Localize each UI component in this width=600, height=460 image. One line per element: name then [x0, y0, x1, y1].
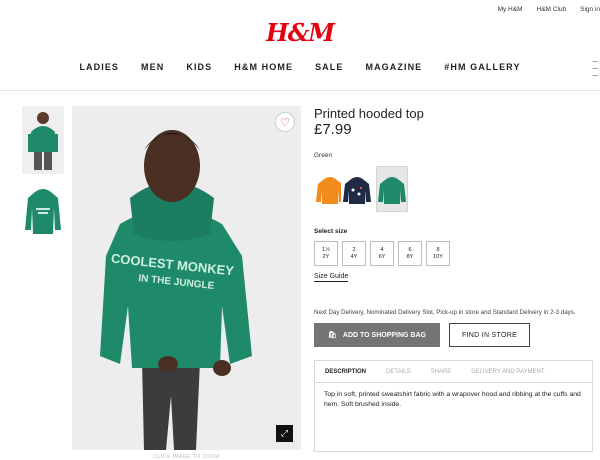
size-option-age: 1½: [322, 246, 330, 253]
nav-sale[interactable]: SALE: [315, 62, 343, 72]
tab-bar: DESCRIPTION DETAILS SHARE DELIVERY AND P…: [315, 361, 592, 383]
tab-delivery-payment[interactable]: DELIVERY AND PAYMENT: [461, 361, 554, 382]
main-nav: LADIES MEN KIDS H&M HOME SALE MAGAZINE #…: [0, 62, 600, 72]
size-option-2y[interactable]: 1½ 2Y: [314, 241, 338, 266]
link-hm-club[interactable]: H&M Club: [537, 6, 567, 13]
color-swatch-navy[interactable]: [341, 166, 381, 212]
link-my-hm[interactable]: My H&M: [498, 6, 523, 13]
product-description: Top in soft, printed sweatshirt fabric w…: [324, 391, 581, 408]
delivery-info: Next Day Delivery, Nominated Delivery Sl…: [314, 309, 576, 316]
header-divider: [0, 90, 600, 91]
nav-kids[interactable]: KIDS: [186, 62, 212, 72]
nav-hm-gallery[interactable]: #HM GALLERY: [444, 62, 520, 72]
wishlist-heart-icon[interactable]: ♡: [275, 112, 295, 132]
find-in-store-button[interactable]: FIND IN STORE: [449, 323, 530, 347]
zoom-caption: CLICK IMAGE TO ZOOM: [153, 454, 220, 460]
nav-ladies[interactable]: LADIES: [79, 62, 119, 72]
nav-men[interactable]: MEN: [141, 62, 164, 72]
size-option-6y[interactable]: 4 6Y: [370, 241, 394, 266]
nav-hm-home[interactable]: H&M HOME: [234, 62, 293, 72]
shopping-bag-icon: 🛍: [328, 332, 337, 339]
size-option-years: 4Y: [350, 253, 358, 260]
size-option-age: 8: [436, 246, 440, 253]
size-option-age: 6: [408, 246, 412, 253]
size-option-age: 2: [352, 246, 356, 253]
nav-magazine[interactable]: MAGAZINE: [365, 62, 422, 72]
brand-logo[interactable]: H&M: [0, 18, 600, 47]
color-swatch-green-selected[interactable]: [376, 166, 408, 212]
size-guide-link[interactable]: Size Guide: [314, 273, 349, 282]
thumbnail-model[interactable]: [22, 106, 64, 174]
link-sign-in[interactable]: Sign in: [580, 6, 600, 13]
select-size-label: Select size: [314, 228, 348, 235]
size-option-4y[interactable]: 2 4Y: [342, 241, 366, 266]
tab-description[interactable]: DESCRIPTION: [315, 361, 376, 382]
size-option-years: 2Y: [322, 253, 330, 260]
selected-color-name: Green: [314, 152, 333, 159]
add-to-bag-label: ADD TO SHOPPING BAG: [342, 331, 426, 339]
size-option-years: 6Y: [378, 253, 386, 260]
size-option-age: 4: [380, 246, 384, 253]
product-info-tabs: DESCRIPTION DETAILS SHARE DELIVERY AND P…: [314, 360, 593, 452]
product-title: Printed hooded top: [314, 106, 424, 121]
size-option-years: 8Y: [406, 253, 414, 260]
product-main-image[interactable]: COOLEST MONKEY IN THE JUNGLE ♡ ⤢: [72, 106, 301, 450]
nav-overflow-icon[interactable]: ─ ─ ─: [592, 58, 598, 80]
thumbnail-product[interactable]: [22, 186, 64, 238]
size-option-years: 10Y: [433, 253, 443, 260]
size-option-8y[interactable]: 6 8Y: [398, 241, 422, 266]
product-price: £7.99: [314, 121, 352, 138]
tab-details[interactable]: DETAILS: [376, 361, 421, 382]
tab-share[interactable]: SHARE: [421, 361, 462, 382]
top-links: My H&M H&M Club Sign in: [498, 6, 600, 13]
add-to-bag-button[interactable]: 🛍 ADD TO SHOPPING BAG: [314, 323, 440, 347]
size-option-10y[interactable]: 8 10Y: [426, 241, 450, 266]
fullscreen-icon[interactable]: ⤢: [276, 425, 293, 442]
